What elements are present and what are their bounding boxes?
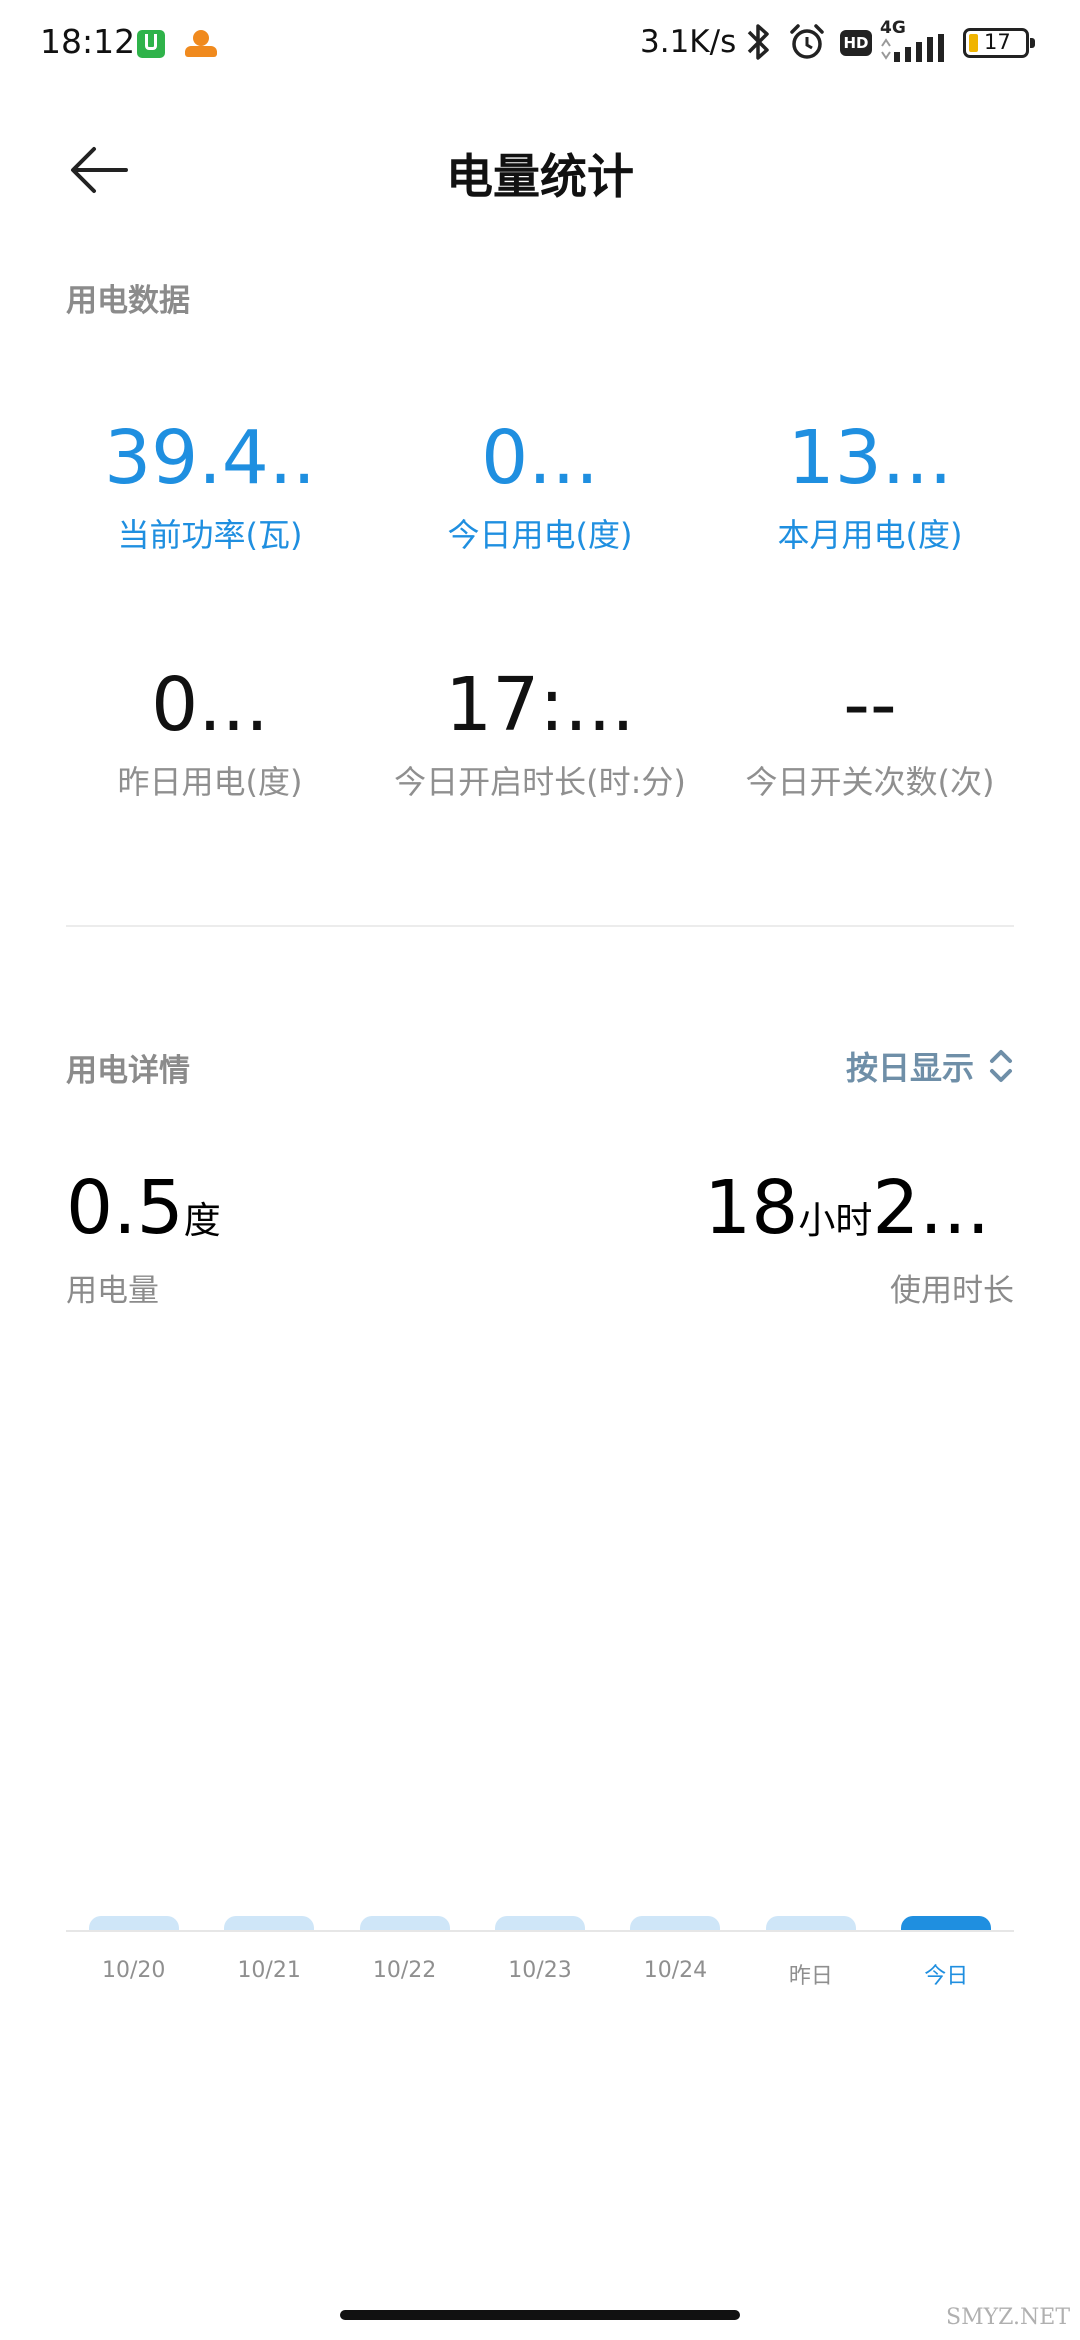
chart-baseline xyxy=(66,1930,1014,1932)
usage-bar-chart: 10/20 10/21 10/22 10/23 10/24 昨日 今日 xyxy=(66,1870,1014,1990)
battery-level: 17 xyxy=(984,30,1011,54)
alarm-icon xyxy=(790,24,824,59)
stat-today-usage: 0... 今日用电(度) xyxy=(360,413,720,557)
network-speed: 3.1K/s xyxy=(640,24,737,60)
duration-label: 使用时长 xyxy=(890,1273,1014,1309)
section-title-electricity-data: 用电数据 xyxy=(66,283,190,319)
stat-today-switch-count: -- 今日开关次数(次) xyxy=(690,660,1050,804)
usage-label: 用电量 xyxy=(66,1273,159,1309)
usage-unit: 度 xyxy=(183,1199,221,1242)
chart-x-label[interactable]: 昨日 xyxy=(751,1958,871,1990)
duration-hours: 18 xyxy=(704,1165,799,1251)
chart-bar-2[interactable] xyxy=(359,1916,450,1930)
chart-bar-3[interactable] xyxy=(495,1916,585,1930)
hd-voice-icon: HD xyxy=(840,30,872,56)
home-indicator[interactable] xyxy=(340,2310,740,2320)
chart-x-label[interactable]: 10/24 xyxy=(615,1958,735,1983)
stat-value: 0... xyxy=(151,662,269,748)
signal-icon xyxy=(881,34,944,62)
duration-minutes: 2... xyxy=(872,1165,990,1251)
chart-bar-5[interactable] xyxy=(765,1916,856,1930)
page-title: 电量统计 xyxy=(446,150,634,205)
stat-yesterday-usage: 0... 昨日用电(度) xyxy=(30,660,390,804)
chart-x-label[interactable]: 10/22 xyxy=(345,1958,465,1983)
chart-bar-0[interactable] xyxy=(88,1916,179,1930)
watermark: SMYZ.NET xyxy=(946,2305,1070,2330)
bluetooth-icon xyxy=(747,24,769,60)
stat-label: 昨日用电(度) xyxy=(117,763,303,801)
battery-icon: 17 xyxy=(963,28,1035,58)
display-mode-label: 按日显示 xyxy=(845,1049,974,1087)
stat-value: 39.4.. xyxy=(104,415,316,501)
stat-label: 今日用电(度) xyxy=(447,516,633,554)
mi-home-app-icon xyxy=(137,30,165,58)
notification-app-icon xyxy=(185,30,217,60)
up-down-chevron-icon xyxy=(990,1050,1012,1082)
stat-value: 13... xyxy=(787,415,953,501)
stat-value: -- xyxy=(843,662,897,748)
display-mode-select[interactable]: 按日显示 xyxy=(846,1043,1014,1089)
chart-x-label[interactable]: 10/21 xyxy=(209,1958,329,1983)
stat-label: 本月用电(度) xyxy=(777,516,963,554)
stat-value: 17:... xyxy=(445,662,635,748)
status-bar: 18:12 3.1K/s HD 4G 17 xyxy=(0,0,1080,90)
divider xyxy=(66,925,1014,927)
duration-hours-unit: 小时 xyxy=(798,1199,873,1242)
chart-bar-6[interactable] xyxy=(901,1916,992,1930)
stat-today-on-duration: 17:... 今日开启时长(时:分) xyxy=(360,660,720,804)
chart-x-label[interactable]: 今日 xyxy=(886,1958,1006,1990)
status-time: 18:12 xyxy=(40,22,136,61)
usage-value: 0.5度 xyxy=(66,1165,221,1251)
stat-value: 0... xyxy=(481,415,599,501)
chart-bar-1[interactable] xyxy=(224,1916,315,1930)
chart-bar-4[interactable] xyxy=(630,1916,721,1930)
duration-value: 18小时2... xyxy=(704,1165,990,1251)
stat-current-power: 39.4.. 当前功率(瓦) xyxy=(30,413,390,557)
stat-label: 今日开启时长(时:分) xyxy=(394,763,686,801)
chart-x-label[interactable]: 10/20 xyxy=(74,1958,194,1983)
stat-label: 当前功率(瓦) xyxy=(117,516,303,554)
section-title-electricity-details: 用电详情 xyxy=(66,1053,190,1089)
usage-number: 0.5 xyxy=(66,1165,184,1251)
chart-x-label[interactable]: 10/23 xyxy=(480,1958,600,1983)
stat-month-usage: 13... 本月用电(度) xyxy=(690,413,1050,557)
stat-label: 今日开关次数(次) xyxy=(745,763,995,801)
